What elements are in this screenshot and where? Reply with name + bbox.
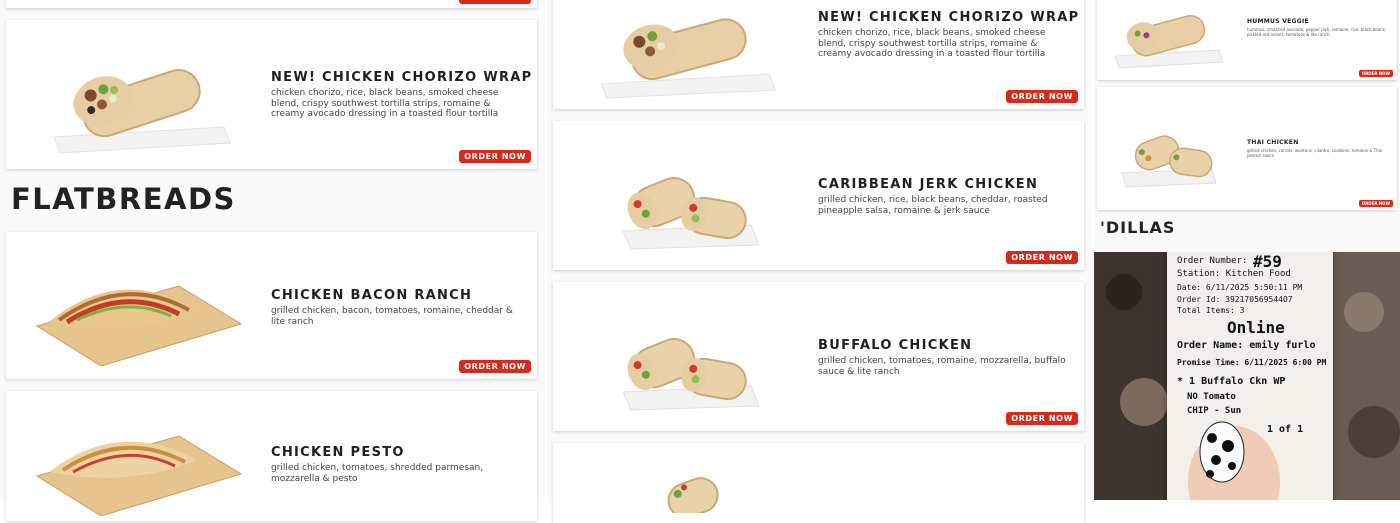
wrap-image — [553, 121, 818, 270]
order-now-button[interactable]: ORDER NOW — [1358, 200, 1393, 207]
item-title: CARIBBEAN JERK CHICKEN — [818, 177, 1039, 192]
wrap-image — [1097, 0, 1237, 80]
wrap-image — [553, 0, 818, 109]
wrap-image — [6, 20, 271, 169]
menu-card-chicken-pesto[interactable]: CHICKEN PESTO grilled chicken, tomatoes,… — [6, 391, 537, 521]
item-description: grilled chicken, tomatoes, romaine, mozz… — [818, 356, 1066, 377]
item-description: grilled chicken, carrots, wontons, cilan… — [1247, 148, 1383, 158]
item-description: chicken chorizo, rice, black beans, smok… — [271, 88, 499, 119]
wrap-image — [553, 282, 818, 431]
order-now-button[interactable]: ORDER NOW — [1006, 90, 1078, 103]
item-title: HUMMUS VEGGIE — [1247, 18, 1309, 25]
flatbread-image — [6, 391, 271, 521]
section-title-flatbreads: FLATBREADS — [11, 182, 236, 216]
wrap-image — [553, 443, 818, 523]
item-description: chicken chorizo, rice, black beans, smok… — [818, 28, 1046, 59]
order-now-button[interactable]: ORDER NOW — [1006, 251, 1078, 264]
menu-column-right: HUMMUS VEGGIE hummus, smashed avocado, p… — [1094, 0, 1400, 500]
item-title: CHICKEN PESTO — [271, 445, 405, 460]
order-now-button[interactable]: ORDER NOW — [1006, 412, 1078, 425]
menu-card-chicken-bacon-ranch[interactable]: CHICKEN BACON RANCH grilled chicken, bac… — [6, 232, 537, 379]
menu-card-caribbean-jerk-chicken[interactable]: CARIBBEAN JERK CHICKEN grilled chicken, … — [553, 121, 1084, 270]
receipt-photo: Order Number: #59 Station: Kitchen Food … — [1094, 252, 1400, 500]
menu-card-partial[interactable] — [553, 443, 1084, 523]
section-title-dillas: 'DILLAS — [1100, 218, 1176, 237]
item-title: BUFFALO CHICKEN — [818, 338, 973, 353]
wrap-image — [1097, 87, 1237, 210]
item-description: grilled chicken, tomatoes, shredded parm… — [271, 463, 484, 484]
hand-image — [1188, 421, 1280, 500]
flatbread-image — [6, 232, 271, 379]
order-now-button[interactable]: ORDER NOW — [459, 0, 531, 4]
menu-column-left: ORDER NOW NEW! CHICKEN CHORIZO WRAP chic… — [0, 0, 545, 521]
menu-card-partial: ORDER NOW — [6, 0, 537, 8]
item-title: THAI CHICKEN — [1247, 139, 1299, 146]
menu-card-chorizo-wrap[interactable]: NEW! CHICKEN CHORIZO WRAP chicken choriz… — [6, 20, 537, 169]
item-description: grilled chicken, bacon, tomatoes, romain… — [271, 306, 513, 327]
item-title: CHICKEN BACON RANCH — [271, 288, 473, 303]
menu-card-chorizo-wrap[interactable]: NEW! CHICKEN CHORIZO WRAP chicken choriz… — [553, 0, 1084, 109]
item-title: NEW! CHICKEN CHORIZO WRAP — [271, 70, 533, 85]
item-description: grilled chicken, rice, black beans, ched… — [818, 195, 1048, 216]
order-now-button[interactable]: ORDER NOW — [1358, 70, 1393, 77]
menu-card-thai-chicken[interactable]: THAI CHICKEN grilled chicken, carrots, w… — [1097, 87, 1397, 210]
menu-card-hummus-veggie[interactable]: HUMMUS VEGGIE hummus, smashed avocado, p… — [1097, 0, 1397, 80]
menu-card-buffalo-chicken[interactable]: BUFFALO CHICKEN grilled chicken, tomatoe… — [553, 282, 1084, 431]
menu-column-middle: NEW! CHICKEN CHORIZO WRAP chicken choriz… — [547, 0, 1092, 523]
item-description: hummus, smashed avocado, pepper jack, ro… — [1247, 27, 1387, 37]
order-now-button[interactable]: ORDER NOW — [459, 360, 531, 373]
order-now-button[interactable]: ORDER NOW — [459, 150, 531, 163]
item-title: NEW! CHICKEN CHORIZO WRAP — [818, 10, 1080, 25]
